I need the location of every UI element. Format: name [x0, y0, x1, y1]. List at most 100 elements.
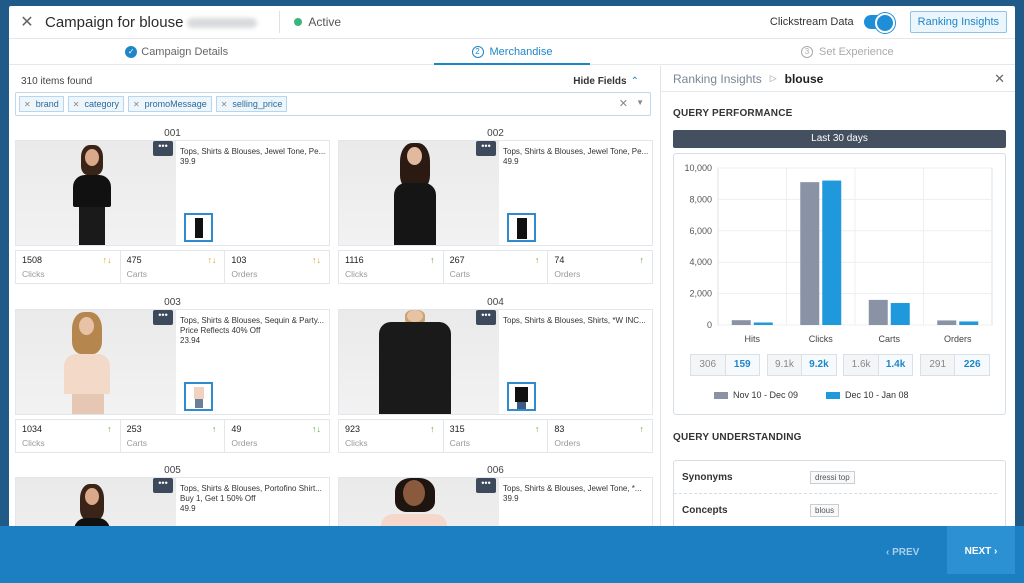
- chevron-down-icon[interactable]: ▼: [636, 98, 644, 107]
- product-title: Tops, Shirts & Blouses, Shirts, *W INC..…: [503, 316, 646, 325]
- chip-label: brand: [35, 99, 59, 109]
- x-tick-label: Hits: [745, 334, 761, 344]
- period-selector[interactable]: Last 30 days: [673, 130, 1006, 148]
- field-chip-selling-price[interactable]: ✕ selling_price: [215, 96, 288, 112]
- ranking-insights-panel: Ranking Insights ▷ blouse ✕ QUERY PERFOR…: [660, 66, 1015, 532]
- step-set-experience[interactable]: 3 Set Experience: [680, 39, 1015, 64]
- chart-legend: Nov 10 - Dec 09 Dec 10 - Jan 08: [714, 390, 937, 400]
- footer-bar: ‹ PREV NEXT ›: [0, 526, 1024, 583]
- close-icon[interactable]: ✕: [9, 12, 45, 32]
- remove-chip-icon[interactable]: ✕: [133, 100, 140, 109]
- product-image: [339, 141, 499, 245]
- panel-query: blouse: [784, 71, 824, 86]
- previous-value: 291: [920, 355, 955, 375]
- product-price: 39.9: [503, 494, 519, 503]
- more-options-button[interactable]: •••: [153, 141, 173, 156]
- prev-button[interactable]: ‹ PREV: [886, 547, 919, 558]
- carts-stat: 267 Carts ↑: [444, 251, 549, 283]
- concepts-row: Concepts blous: [674, 494, 997, 527]
- clickstream-label: Clickstream Data: [769, 16, 854, 28]
- product-thumbnail[interactable]: [507, 213, 536, 242]
- product-info: Tops, Shirts & Blouses, Portofino Shirt.…: [176, 478, 329, 532]
- product-rank: 005: [164, 465, 181, 476]
- trend-icon: ↑↓: [312, 424, 322, 434]
- trend-icon: ↑: [534, 424, 540, 434]
- carts-label: Carts: [126, 438, 147, 448]
- bar-orders-series-2: [959, 321, 979, 325]
- bar-clicks-series-1: [800, 182, 820, 325]
- y-tick-label: 10,000: [684, 163, 712, 173]
- orders-stat: 103 Orders ↑↓: [225, 251, 329, 283]
- step-merchandise[interactable]: 2 Merchandise: [344, 39, 679, 65]
- product-image: [16, 310, 176, 414]
- legend-swatch: [714, 391, 728, 399]
- orders-label: Orders: [231, 438, 258, 448]
- carts-label: Carts: [449, 438, 470, 448]
- chevron-right-icon: ▷: [769, 73, 777, 83]
- hide-fields-button[interactable]: Hide Fields ⌃: [573, 76, 639, 87]
- orders-stat: 49 Orders ↑↓: [225, 420, 329, 452]
- query-understanding-box: Synonyms dressi top Concepts blous: [673, 460, 1006, 532]
- bar-hits-series-2: [753, 322, 773, 325]
- trend-icon: ↑↓: [312, 255, 322, 265]
- trend-icon: ↑: [639, 255, 645, 265]
- product-price: 23.94: [180, 336, 201, 345]
- carts-value: 253: [126, 424, 142, 434]
- product-thumbnail[interactable]: [507, 382, 536, 411]
- step-number: 3: [801, 45, 814, 58]
- carts-value: 475: [126, 255, 142, 265]
- orders-label: Orders: [554, 269, 581, 279]
- product-stats: 1508 Clicks ↑↓ 475 Carts ↑↓ 103 Orders ↑↓: [15, 250, 330, 284]
- x-tick-label: Clicks: [809, 334, 833, 344]
- clear-icon[interactable]: ✕: [619, 97, 628, 110]
- page-title: Campaign for blouse: [45, 14, 258, 31]
- field-selector-input[interactable]: ✕ brand ✕ category ✕ promoMessage ✕ selling_…: [15, 92, 651, 116]
- field-chip-category[interactable]: ✕ category: [67, 96, 124, 112]
- carts-value: 267: [449, 255, 465, 265]
- query-performance-heading: QUERY PERFORMANCE: [673, 108, 793, 119]
- ranking-insights-button[interactable]: Ranking Insights: [909, 11, 1007, 33]
- status-badge: Active: [308, 15, 342, 29]
- product-image: [339, 478, 499, 532]
- product-thumbnail[interactable]: [184, 382, 213, 411]
- step-campaign-details[interactable]: ✓ Campaign Details: [9, 39, 344, 64]
- product-thumbnail[interactable]: [184, 213, 213, 242]
- clicks-stat: 1116 Clicks ↑: [339, 251, 444, 283]
- orders-value: 83: [554, 424, 565, 434]
- step-label: Set Experience: [819, 45, 894, 58]
- y-tick-label: 0: [707, 320, 712, 330]
- remove-chip-icon[interactable]: ✕: [24, 100, 31, 109]
- clicks-value: 1508: [22, 255, 43, 265]
- product-price: 49.9: [503, 157, 519, 166]
- bar-chart: 0 2,000 4,000 6,000 8,000 10,000 Hits Clicks Car…: [684, 163, 993, 344]
- more-options-button[interactable]: •••: [153, 478, 173, 493]
- remove-chip-icon[interactable]: ✕: [221, 100, 228, 109]
- query-performance-chart: 0 2,000 4,000 6,000 8,000 10,000 Hits Clicks Car…: [673, 153, 1006, 415]
- synonym-tag[interactable]: dressi top: [810, 470, 855, 484]
- close-panel-icon[interactable]: ✕: [994, 71, 1005, 87]
- trend-icon: ↑: [107, 424, 112, 434]
- items-found-count: 310 items found: [21, 76, 93, 87]
- hits-values: 306 159: [690, 354, 760, 376]
- concept-tag[interactable]: blous: [810, 503, 840, 517]
- field-chip-promomessage[interactable]: ✕ promoMessage: [127, 96, 212, 112]
- next-button[interactable]: NEXT ›: [947, 526, 1015, 574]
- carts-value: 315: [449, 424, 465, 434]
- remove-chip-icon[interactable]: ✕: [73, 100, 80, 109]
- product-title: Tops, Shirts & Blouses, Jewel Tone, *...: [503, 484, 642, 493]
- legend-swatch: [826, 391, 841, 399]
- clickstream-toggle[interactable]: [863, 13, 895, 33]
- trend-icon: ↑↓: [102, 255, 112, 265]
- field-chip-brand[interactable]: ✕ brand: [19, 96, 64, 112]
- product-results-pane: 310 items found Hide Fields ⌃ ✕ brand ✕ cat…: [9, 66, 659, 532]
- clicks-label: Clicks: [345, 438, 368, 448]
- legend-label: Dec 10 - Jan 08: [845, 390, 909, 400]
- clicks-value: 1034: [22, 424, 43, 434]
- clicks-label: Clicks: [345, 269, 368, 279]
- more-options-button[interactable]: •••: [476, 141, 496, 156]
- more-options-button[interactable]: •••: [476, 310, 496, 325]
- orders-value: 74: [554, 255, 565, 265]
- more-options-button[interactable]: •••: [153, 310, 173, 325]
- app-window: ✕ Campaign for blouse Active Clickstream…: [9, 6, 1015, 580]
- more-options-button[interactable]: •••: [476, 478, 496, 493]
